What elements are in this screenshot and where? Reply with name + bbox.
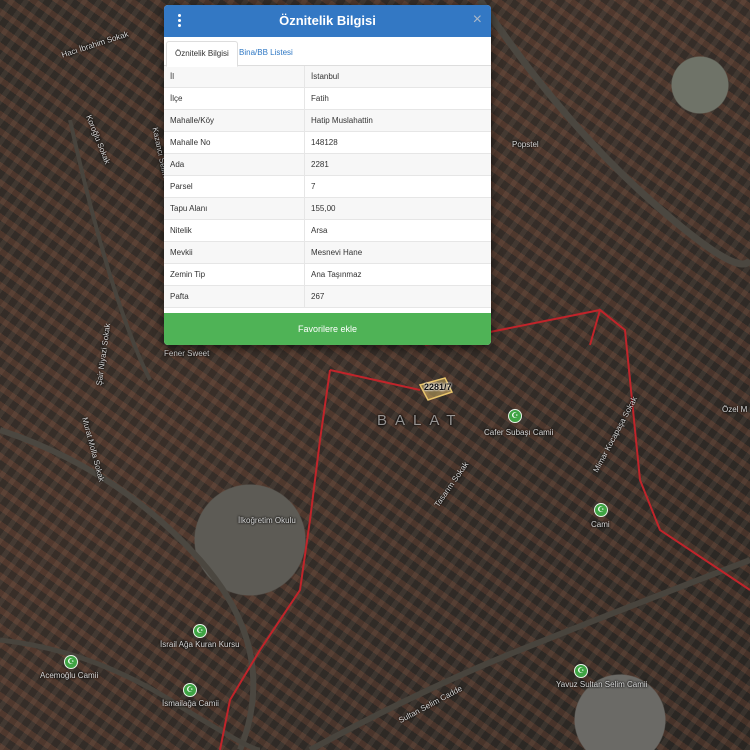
attribute-table: İl İstanbul İlçe Fatih Mahalle/Köy Hatip Mu… bbox=[164, 66, 491, 308]
table-row: Zemin Tip Ana Taşınmaz bbox=[164, 263, 491, 286]
mosque-icon[interactable]: ☪ bbox=[183, 683, 197, 697]
row-key: Nitelik bbox=[164, 219, 305, 242]
table-row: Mevkii Mesnevi Hane bbox=[164, 241, 491, 264]
table-row: Tapu Alanı 155,00 bbox=[164, 197, 491, 220]
mosque-icon[interactable]: ☪ bbox=[193, 624, 207, 638]
row-value: İstanbul bbox=[304, 66, 491, 88]
row-key: Zemin Tip bbox=[164, 263, 305, 286]
panel-tabs: Öznitelik Bilgisi Bina/BB Listesi bbox=[164, 37, 491, 67]
place-label: İsrail Ağa Kuran Kursu bbox=[160, 640, 240, 649]
place-label: İsmailağa Camii bbox=[162, 699, 219, 708]
mosque-icon[interactable]: ☪ bbox=[64, 655, 78, 669]
road bbox=[0, 637, 261, 750]
place-label: İlkoğretim Okulu bbox=[238, 516, 296, 525]
place-label: Acemoğlu Camii bbox=[40, 671, 99, 680]
place-label: Cami bbox=[591, 520, 610, 529]
mosque-icon[interactable]: ☪ bbox=[574, 664, 588, 678]
row-value: Mesnevi Hane bbox=[304, 241, 491, 264]
row-key: Mahalle No bbox=[164, 131, 305, 154]
row-value: Ana Taşınmaz bbox=[304, 263, 491, 286]
place-label: Fener Sweet bbox=[164, 349, 210, 358]
table-row: İl İstanbul bbox=[164, 66, 491, 88]
panel-header: Öznitelik Bilgisi × bbox=[164, 5, 491, 37]
district-boundary bbox=[219, 308, 750, 750]
place-label: Özel M bbox=[722, 405, 748, 414]
place-label: Cafer Subaşı Camii bbox=[484, 428, 554, 437]
close-icon[interactable]: × bbox=[473, 11, 482, 29]
table-row: İlçe Fatih bbox=[164, 87, 491, 110]
tab-attribute-info[interactable]: Öznitelik Bilgisi bbox=[166, 41, 238, 67]
panel-title: Öznitelik Bilgisi bbox=[279, 13, 376, 28]
parcel-label: 2281/7 bbox=[424, 382, 452, 392]
add-to-favorites-button[interactable]: Favorilere ekle bbox=[164, 313, 491, 345]
mosque-icon[interactable]: ☪ bbox=[594, 503, 608, 517]
row-key: Ada bbox=[164, 153, 305, 176]
table-row: Mahalle No 148128 bbox=[164, 131, 491, 154]
table-row: Nitelik Arsa bbox=[164, 219, 491, 242]
table-row: Ada 2281 bbox=[164, 153, 491, 176]
road bbox=[308, 557, 750, 750]
row-key: Mahalle/Köy bbox=[164, 109, 305, 132]
table-row: Parsel 7 bbox=[164, 175, 491, 198]
row-value: Fatih bbox=[304, 87, 491, 110]
place-label: Yavuz Sultan Selim Camii bbox=[556, 680, 648, 689]
row-key: Tapu Alanı bbox=[164, 197, 305, 220]
row-value: Arsa bbox=[304, 219, 491, 242]
district-label: BALAT bbox=[377, 412, 464, 429]
row-value: 148128 bbox=[304, 131, 491, 154]
table-row: Pafta 267 bbox=[164, 285, 491, 308]
row-value: 2281 bbox=[304, 153, 491, 176]
attribute-panel: Öznitelik Bilgisi × Öznitelik Bilgisi Bi… bbox=[164, 5, 491, 345]
mosque-icon[interactable]: ☪ bbox=[508, 409, 522, 423]
row-key: Pafta bbox=[164, 285, 305, 308]
row-value: Hatip Muslahattin bbox=[304, 109, 491, 132]
row-key: İlçe bbox=[164, 87, 305, 110]
road bbox=[477, 0, 750, 268]
row-value: 7 bbox=[304, 175, 491, 198]
row-key: Parsel bbox=[164, 175, 305, 198]
row-value: 155,00 bbox=[304, 197, 491, 220]
row-key: İl bbox=[164, 66, 305, 88]
place-label: Popstel bbox=[512, 140, 539, 149]
row-key: Mevkii bbox=[164, 241, 305, 264]
row-value: 267 bbox=[304, 285, 491, 308]
table-row: Mahalle/Köy Hatip Muslahattin bbox=[164, 109, 491, 132]
tab-building-list[interactable]: Bina/BB Listesi bbox=[231, 41, 301, 65]
